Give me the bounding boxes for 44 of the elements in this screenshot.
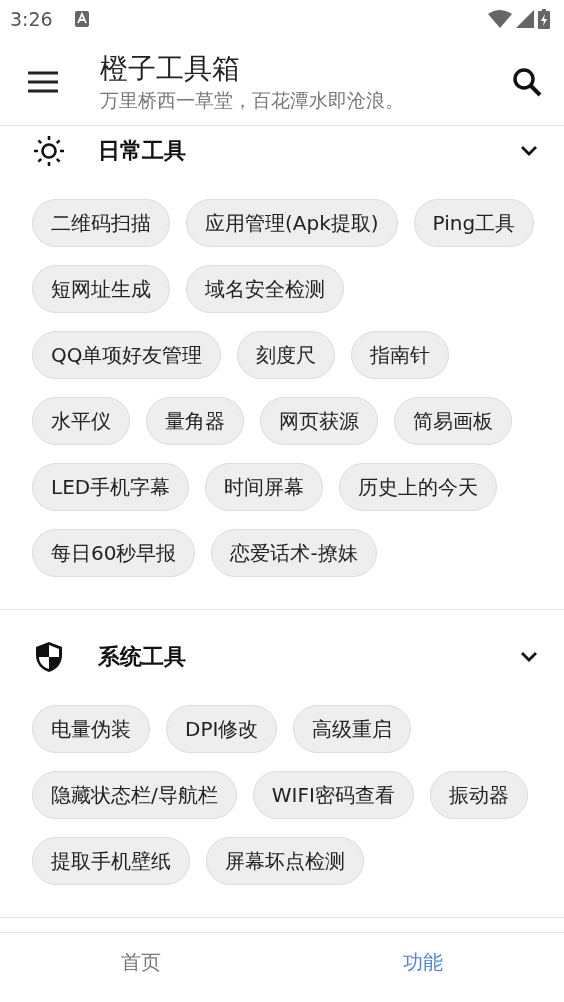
nav-tab[interactable]: 首页 — [0, 933, 282, 1002]
wifi-icon — [488, 10, 512, 28]
signal-icon — [516, 10, 534, 28]
notification-icon — [74, 11, 89, 27]
tool-chip[interactable]: QQ单项好友管理 — [32, 331, 222, 379]
tool-chip[interactable]: 网页获源 — [260, 397, 378, 445]
tool-chip[interactable]: LED手机字幕 — [32, 463, 190, 511]
menu-icon — [28, 70, 58, 93]
tool-chip[interactable]: 高级重启 — [293, 705, 412, 753]
tool-chip[interactable]: 简易画板 — [394, 397, 512, 445]
tool-chip[interactable]: 时间屏幕 — [205, 463, 324, 511]
sun-icon — [34, 136, 64, 166]
tool-chip[interactable]: DPI修改 — [166, 705, 278, 753]
tool-chip[interactable]: 恋爱话术-撩妹 — [211, 529, 377, 577]
tool-chip[interactable]: 刻度尺 — [237, 331, 336, 379]
tool-chip[interactable]: 指南针 — [351, 331, 450, 379]
tool-chip[interactable]: 二维码扫描 — [32, 199, 170, 247]
section-title: 系统工具 — [98, 643, 186, 671]
tool-chip[interactable]: 屏幕坏点检测 — [206, 837, 364, 885]
tool-chip[interactable]: WIFI密码查看 — [252, 771, 414, 819]
tool-chip[interactable]: 隐藏状态栏/导航栏 — [32, 771, 237, 819]
tool-chip[interactable]: 量角器 — [146, 397, 244, 445]
tool-chip[interactable]: 应用管理(Apk提取) — [186, 199, 398, 247]
menu-button[interactable] — [28, 70, 58, 93]
tool-chip[interactable]: 提取手机壁纸 — [32, 837, 190, 885]
tool-chip[interactable]: 域名安全检测 — [186, 265, 344, 313]
tool-chip[interactable]: 振动器 — [429, 771, 528, 819]
section-title: 日常工具 — [98, 137, 186, 165]
chevron-down-icon — [520, 651, 538, 663]
battery-icon — [538, 9, 550, 29]
tool-chip[interactable]: 电量伪装 — [32, 705, 150, 753]
chevron-down-icon — [520, 145, 538, 157]
app-subtitle: 万里桥西一草堂，百花潭水即沧浪。 — [100, 87, 404, 113]
shield-icon — [35, 641, 63, 673]
app-title: 橙子工具箱 — [100, 50, 241, 87]
search-icon — [512, 66, 542, 97]
clock-time: 3:26 — [10, 8, 53, 30]
nav-tab[interactable]: 功能 — [282, 933, 564, 1002]
tool-chip[interactable]: 每日60秒早报 — [32, 529, 196, 577]
tool-chip[interactable]: Ping工具 — [413, 199, 535, 247]
tool-chip[interactable]: 水平仪 — [32, 397, 130, 445]
tool-chip[interactable]: 短网址生成 — [32, 265, 170, 313]
tool-chip[interactable]: 历史上的今天 — [339, 463, 498, 511]
search-button[interactable] — [512, 66, 542, 97]
